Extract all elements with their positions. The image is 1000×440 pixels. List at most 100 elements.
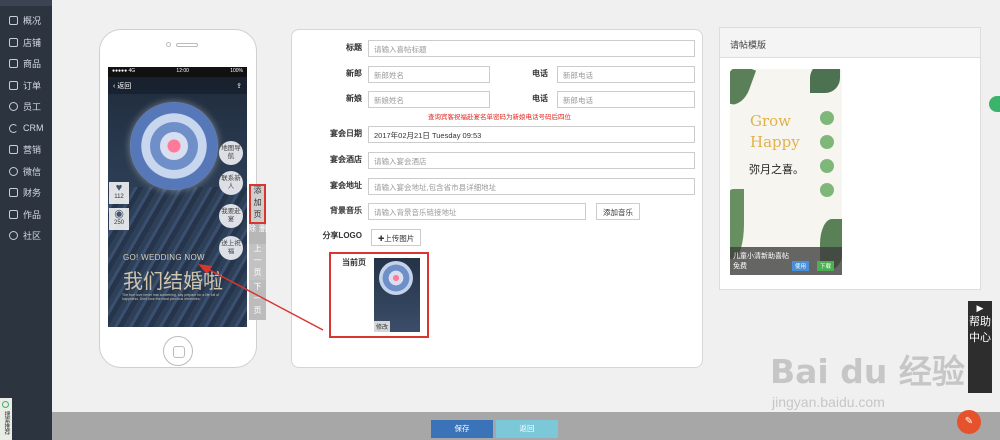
map-nav-bubble[interactable]: 地图导航 bbox=[219, 141, 243, 165]
sidebar-item-marketing[interactable]: 营销 bbox=[0, 139, 52, 161]
works-icon bbox=[9, 209, 18, 219]
bubble-label: 送上祝福 bbox=[221, 240, 241, 255]
template-happy-word: Happy bbox=[750, 133, 800, 151]
add-music-button[interactable]: 添加音乐 bbox=[596, 203, 640, 220]
hotel-input[interactable]: 请输入宴会酒店 bbox=[368, 152, 695, 169]
hotel-label: 宴会酒店 bbox=[330, 155, 362, 164]
address-input[interactable]: 请输入宴会地址,包含省市县详细地址 bbox=[368, 178, 695, 195]
groom-phone-label: 电话 bbox=[532, 69, 548, 78]
share-icon[interactable]: ⇪ bbox=[236, 82, 242, 90]
like-count: 112 bbox=[114, 194, 124, 200]
bubble-label: 联系新人 bbox=[221, 175, 241, 190]
sidebar-item-community[interactable]: 社区 bbox=[0, 225, 52, 247]
sidebar-item-label: 商品 bbox=[23, 59, 42, 70]
sidebar-item-store[interactable]: 店铺 bbox=[0, 32, 52, 54]
search-recommend-icon bbox=[2, 401, 9, 408]
next-page-button[interactable]: 下一页 bbox=[249, 280, 266, 320]
bride-label: 新娘 bbox=[346, 94, 362, 103]
leaf-decoration bbox=[730, 69, 757, 109]
template-name: 儿童小清新助喜帖 bbox=[733, 253, 789, 260]
sidebar-item-overview[interactable]: 概况 bbox=[0, 10, 52, 32]
download-template-button[interactable]: 下载 bbox=[817, 261, 835, 271]
current-page-thumbnail[interactable]: 修改 bbox=[374, 258, 420, 332]
status-carrier: ●●●●● 4G bbox=[112, 68, 136, 74]
sidebar-item-goods[interactable]: 商品 bbox=[0, 53, 52, 75]
sidebar-item-label: 社区 bbox=[23, 231, 42, 242]
back-button[interactable]: 返回 bbox=[496, 420, 558, 438]
sidebar-item-orders[interactable]: 订单 bbox=[0, 75, 52, 97]
wedding-title-en: GO! WEDDING NOW bbox=[123, 253, 205, 262]
sidebar-item-label: 订单 bbox=[23, 80, 42, 91]
music-input[interactable]: 请输入背景音乐链接地址 bbox=[368, 203, 586, 220]
template-cn-text: 弥月之喜。 bbox=[749, 164, 804, 176]
contact-bubble[interactable]: 联系新人 bbox=[219, 171, 243, 195]
sidebar-item-label: 微信 bbox=[23, 166, 42, 177]
bride-name-input[interactable]: 新娘姓名 bbox=[368, 91, 490, 108]
store-icon bbox=[9, 37, 18, 47]
template-card[interactable]: Grow Happy 弥月之喜。 儿童小清新助喜帖 免费 使用 下载 bbox=[730, 69, 842, 275]
phone-camera bbox=[166, 42, 171, 47]
sidebar-item-label: CRM bbox=[23, 123, 44, 134]
bride-phone-input[interactable]: 新郎电话 bbox=[557, 91, 695, 108]
eye-icon: ◉ bbox=[114, 208, 124, 220]
title-label: 标题 bbox=[346, 43, 362, 52]
left-sidebar: 概况 店铺 商品 订单 员工 CRM 营销 微信 财务 作品 社区 搜索推荐 bbox=[0, 0, 52, 440]
thumbnail-jewel-image bbox=[379, 261, 413, 295]
view-count: 250 bbox=[113, 220, 124, 226]
use-template-button[interactable]: 使用 bbox=[792, 261, 810, 271]
date-input[interactable]: 2017年02月21日 Tuesday 09:53 bbox=[368, 126, 695, 143]
status-time: 12:00 bbox=[176, 68, 189, 74]
phone-back-label: 返回 bbox=[117, 82, 132, 90]
search-recommend-tab[interactable]: 搜索推荐 bbox=[0, 398, 12, 440]
edit-page-button[interactable]: 修改 bbox=[374, 321, 391, 332]
wedding-title-cn: 我们结婚啦 bbox=[123, 269, 223, 293]
template-circle bbox=[820, 111, 834, 125]
sidebar-item-label: 作品 bbox=[23, 209, 42, 220]
sidebar-item-label: 员工 bbox=[23, 102, 42, 113]
finance-icon bbox=[9, 188, 18, 198]
chat-icon[interactable]: ✎ bbox=[957, 410, 981, 434]
phone-screen: ●●●●● 4G 12:00 100% ‹ 返回 ⇪ 地图导航 联系新人 我要赴… bbox=[108, 67, 247, 327]
bubble-label: 我要赴宴 bbox=[221, 208, 241, 223]
delete-page-button[interactable]: 删除 bbox=[248, 224, 268, 244]
community-icon bbox=[9, 231, 18, 241]
chart-icon bbox=[9, 16, 18, 26]
save-button[interactable]: 保存 bbox=[431, 420, 493, 438]
bride-phone-label: 电话 bbox=[532, 94, 548, 103]
floating-green-badge[interactable] bbox=[989, 96, 1000, 112]
status-battery: 100% bbox=[230, 68, 243, 74]
template-card-footer: 儿童小清新助喜帖 免费 使用 下载 bbox=[730, 247, 842, 275]
add-page-button[interactable]: 添加页 bbox=[249, 184, 266, 224]
upload-label: 上传图片 bbox=[384, 234, 415, 243]
phone-home-button bbox=[163, 336, 193, 366]
current-page-box: 当前页 修改 bbox=[329, 252, 429, 338]
sidebar-item-finance[interactable]: 财务 bbox=[0, 182, 52, 204]
baidu-watermark: Bai du 经验 bbox=[770, 352, 965, 391]
sidebar-item-staff[interactable]: 员工 bbox=[0, 96, 52, 118]
attend-bubble[interactable]: 我要赴宴 bbox=[219, 204, 243, 228]
help-center-tab[interactable]: ▶ 帮助中心 bbox=[968, 301, 992, 393]
wedding-subtitle: The true love never has something, say p… bbox=[122, 293, 220, 301]
marketing-icon bbox=[9, 145, 18, 155]
template-circle bbox=[820, 135, 834, 149]
sidebar-item-wechat[interactable]: 微信 bbox=[0, 161, 52, 183]
template-panel-title: 请帖模版 bbox=[720, 28, 980, 58]
upload-image-button[interactable]: ✚上传图片 bbox=[371, 229, 422, 246]
groom-name-input[interactable]: 新郎姓名 bbox=[368, 66, 490, 83]
date-label: 宴会日期 bbox=[330, 129, 362, 138]
prev-page-button[interactable]: 上一页 bbox=[249, 244, 266, 280]
blessing-bubble[interactable]: 送上祝福 bbox=[219, 236, 243, 260]
phone-nav-bar: ‹ 返回 ⇪ bbox=[108, 77, 247, 94]
template-panel: 请帖模版 Grow Happy 弥月之喜。 儿童小清新助喜帖 免费 使用 下载 bbox=[719, 27, 981, 290]
password-hint: 查询宾客祝福赴宴名单密码为新娘电话号码后四位 bbox=[428, 114, 571, 121]
title-input[interactable]: 请输入喜帖标题 bbox=[368, 40, 695, 57]
phone-back-button[interactable]: ‹ 返回 bbox=[113, 81, 131, 91]
like-counter[interactable]: ♥ 112 bbox=[109, 182, 129, 204]
groom-phone-input[interactable]: 新郎电话 bbox=[557, 66, 695, 83]
address-label: 宴会地址 bbox=[330, 181, 362, 190]
sidebar-item-works[interactable]: 作品 bbox=[0, 204, 52, 226]
sidebar-item-crm[interactable]: CRM bbox=[0, 118, 52, 140]
music-label: 背景音乐 bbox=[330, 206, 362, 215]
template-circle bbox=[820, 159, 834, 173]
baidu-watermark-url: jingyan.baidu.com bbox=[772, 394, 885, 410]
